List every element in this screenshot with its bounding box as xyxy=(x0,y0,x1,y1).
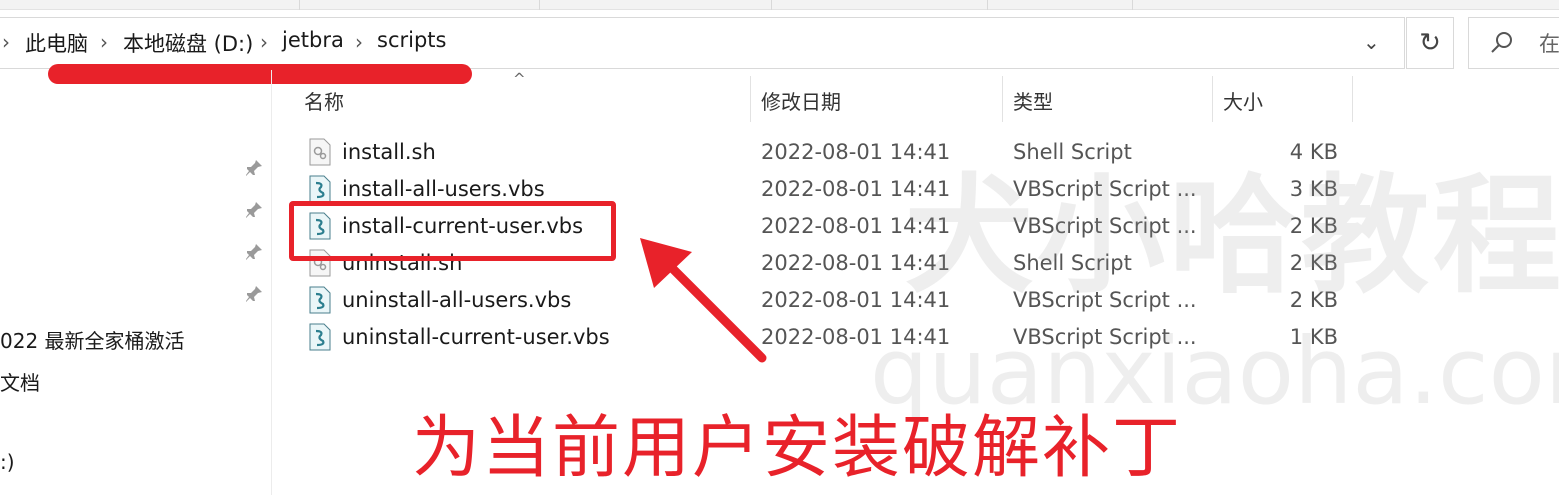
pin-icon[interactable] xyxy=(244,284,264,304)
refresh-button[interactable]: ↻ xyxy=(1406,17,1454,69)
vbscript-icon xyxy=(309,286,331,314)
column-divider[interactable] xyxy=(1002,76,1003,122)
vbscript-icon xyxy=(309,175,331,203)
chevron-right-icon[interactable]: › xyxy=(2,30,10,54)
column-header-modified[interactable]: 修改日期 xyxy=(761,86,841,115)
ribbon-segment xyxy=(0,0,300,10)
column-header-size[interactable]: 大小 xyxy=(1223,86,1263,115)
breadcrumb-scripts[interactable]: scripts xyxy=(377,28,446,52)
sort-ascending-icon: ^ xyxy=(513,70,526,88)
vbscript-icon xyxy=(309,323,331,351)
breadcrumb-local-disk-d[interactable]: 本地磁盘 (D:) xyxy=(123,28,253,58)
nav-item-documents[interactable]: 文档 xyxy=(0,367,40,396)
column-divider[interactable] xyxy=(1352,76,1353,122)
column-divider[interactable] xyxy=(750,76,751,122)
red-arrow-annotation xyxy=(640,238,767,363)
file-name[interactable]: uninstall-all-users.vbs xyxy=(342,288,571,312)
chevron-right-icon[interactable]: › xyxy=(260,30,268,54)
search-placeholder: 在 xyxy=(1539,32,1559,56)
chevron-down-icon[interactable]: ⌄ xyxy=(1363,30,1380,54)
ribbon-segment xyxy=(540,0,772,10)
column-divider[interactable] xyxy=(1212,76,1213,122)
pin-icon[interactable] xyxy=(244,158,264,178)
refresh-icon: ↻ xyxy=(1419,28,1441,58)
pin-icon[interactable] xyxy=(244,200,264,220)
ribbon-segment xyxy=(772,0,988,10)
navigation-pane: 022 最新全家桶激活 文档 :) xyxy=(0,70,272,495)
shell-script-icon xyxy=(309,138,331,166)
address-bar[interactable]: › 此电脑 › 本地磁盘 (D:) › jetbra › scripts ⌄ xyxy=(0,17,1405,69)
column-header-type[interactable]: 类型 xyxy=(1013,86,1053,115)
breadcrumb-jetbra[interactable]: jetbra xyxy=(282,28,344,52)
column-header-name[interactable]: 名称 xyxy=(304,86,344,115)
nav-item-drive[interactable]: :) xyxy=(0,450,15,474)
watermark-chinese: 犬小哈教程 xyxy=(905,162,1559,311)
ribbon-strip xyxy=(0,0,1559,10)
nav-item-jetbrains-2022[interactable]: 022 最新全家桶激活 xyxy=(0,325,185,354)
file-name[interactable]: uninstall-current-user.vbs xyxy=(342,325,610,349)
search-input[interactable]: 在 xyxy=(1468,17,1559,69)
pin-icon[interactable] xyxy=(244,242,264,262)
annotation-caption: 为当前用户安装破解补丁 xyxy=(412,409,1183,488)
red-highlight-box xyxy=(289,201,616,261)
ribbon-segment xyxy=(300,0,540,10)
chevron-right-icon[interactable]: › xyxy=(355,30,363,54)
file-name[interactable]: install.sh xyxy=(342,140,436,164)
breadcrumb-this-pc[interactable]: 此电脑 xyxy=(25,28,88,58)
chevron-right-icon[interactable]: › xyxy=(100,30,108,54)
file-name[interactable]: install-all-users.vbs xyxy=(342,177,545,201)
search-icon xyxy=(1491,32,1512,53)
ribbon-segment xyxy=(988,0,1133,10)
